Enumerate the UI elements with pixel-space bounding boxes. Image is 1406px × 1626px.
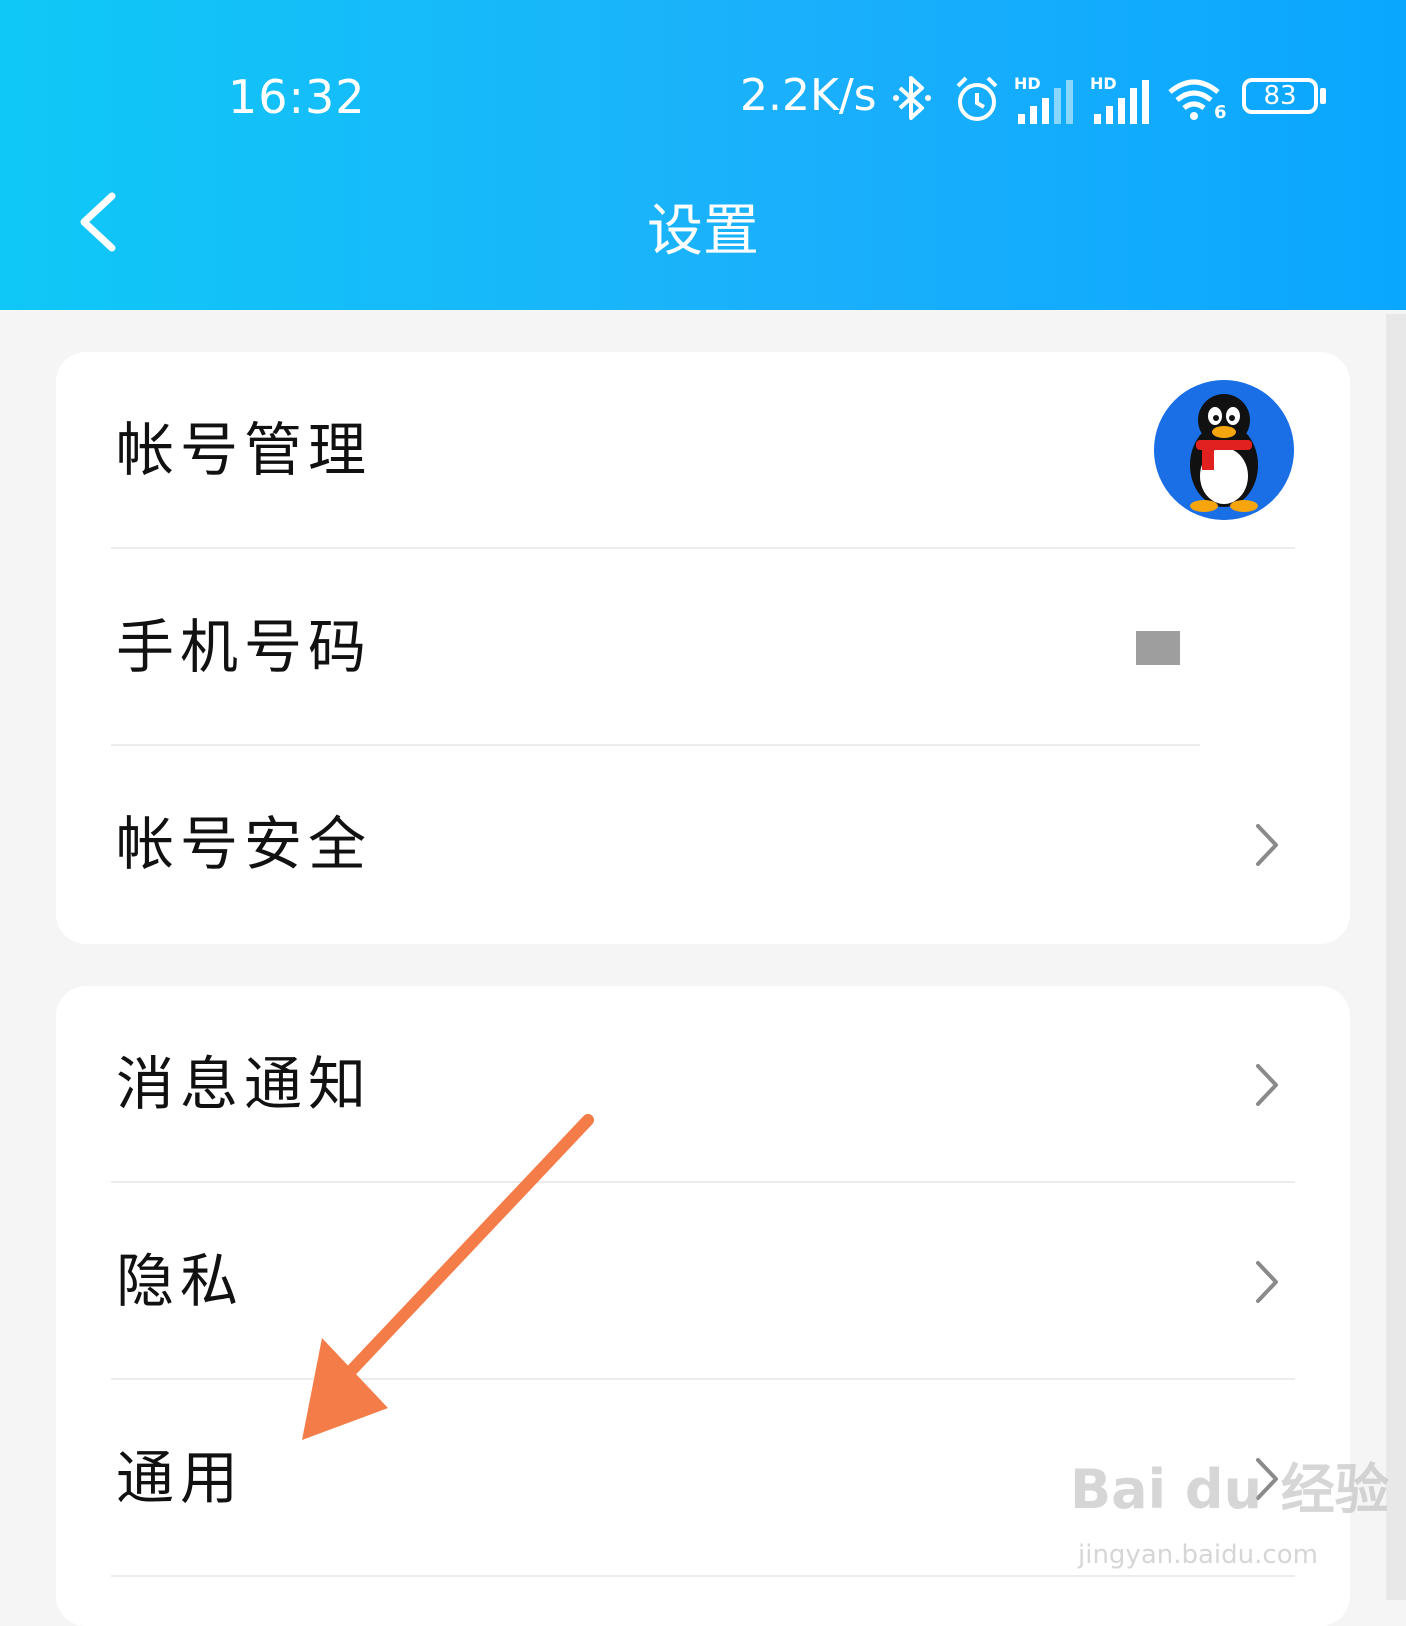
account-security-row[interactable]: 帐号安全 <box>56 746 1350 943</box>
redaction-mask <box>1200 649 1350 745</box>
avatar[interactable] <box>1154 380 1294 520</box>
wifi-badge: 6 <box>1214 102 1227 123</box>
qq-penguin-icon <box>1154 380 1294 520</box>
battery-level: 83 <box>1263 81 1297 111</box>
alarm-icon <box>956 76 998 121</box>
watermark-url: jingyan.baidu.com <box>1078 1540 1318 1570</box>
privacy-label: 隐私 <box>116 1247 245 1315</box>
header-bar: 16:32 2.2K/s HD HD 6 83 设置 <box>0 0 1406 310</box>
account-settings-card: 帐号管理 手机号码 帐号安全 <box>56 352 1350 944</box>
general-settings-card: 消息通知 隐私 通用 <box>56 986 1350 1626</box>
phone-number-value-redacted <box>1136 631 1180 665</box>
watermark-logo: Bai du 经验 <box>1070 1445 1389 1524</box>
account-management-label: 帐号管理 <box>116 416 373 484</box>
battery-tip <box>1320 88 1326 104</box>
phone-number-label: 手机号码 <box>116 613 373 681</box>
page-title: 设置 <box>647 199 759 264</box>
annotation-arrow-icon <box>302 1114 594 1440</box>
account-management-row[interactable]: 帐号管理 <box>56 352 1350 549</box>
status-time: 16:32 <box>228 70 366 124</box>
bluetooth-icon <box>893 76 931 120</box>
signal-icon-1: HD <box>1014 74 1078 126</box>
chevron-right-icon <box>1256 1261 1278 1303</box>
status-bar: 16:32 2.2K/s HD HD 6 83 <box>0 60 1406 140</box>
battery-icon: 83 <box>1242 78 1318 114</box>
watermark-brand: Bai du 经验 <box>1070 1458 1389 1521</box>
chevron-right-icon <box>1256 1064 1278 1106</box>
phone-number-row[interactable]: 手机号码 <box>56 549 1350 746</box>
chevron-right-icon <box>1256 824 1278 866</box>
wifi-icon: 6 <box>1166 74 1227 126</box>
divider <box>111 1575 1295 1577</box>
network-speed: 2.2K/s <box>740 70 877 121</box>
account-security-label: 帐号安全 <box>116 810 373 878</box>
message-notification-row[interactable]: 消息通知 <box>56 986 1350 1183</box>
privacy-row[interactable]: 隐私 <box>56 1183 1350 1380</box>
signal-icon-2: HD <box>1090 74 1154 126</box>
scrollbar[interactable] <box>1386 314 1406 1600</box>
general-label: 通用 <box>116 1444 245 1512</box>
